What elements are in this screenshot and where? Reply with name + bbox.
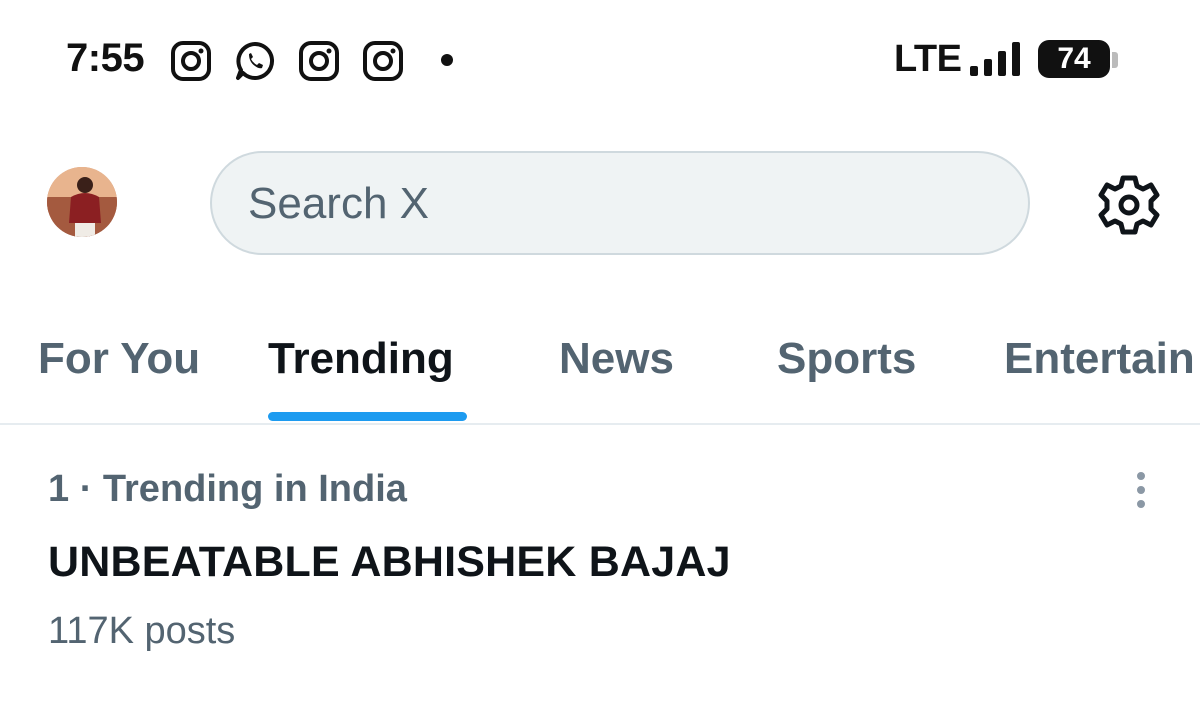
active-tab-indicator <box>268 412 467 421</box>
trend-item[interactable]: 1 · Trending in India UNBEATABLE ABHISHE… <box>0 426 1200 718</box>
status-bar: 7:55 LTE 74 <box>0 0 1200 120</box>
instagram-icon <box>363 41 403 81</box>
tab-trending[interactable]: Trending <box>268 334 454 384</box>
instagram-icon <box>171 41 211 81</box>
more-notifications-dot <box>441 54 453 66</box>
search-input[interactable]: Search X <box>210 151 1030 255</box>
trend-post-count: 117K posts <box>48 610 236 652</box>
tab-news[interactable]: News <box>559 334 674 384</box>
status-time: 7:55 <box>66 36 145 80</box>
tab-for-you[interactable]: For You <box>38 334 200 384</box>
explore-tabs: For You Trending News Sports Entertain <box>0 320 1200 424</box>
trend-meta: 1 · Trending in India <box>48 468 407 510</box>
tabs-divider <box>0 423 1200 425</box>
battery-icon: 74 <box>1038 40 1110 78</box>
battery-level: 74 <box>1057 42 1091 75</box>
whatsapp-icon <box>236 41 275 80</box>
trend-title: UNBEATABLE ABHISHEK BAJAJ <box>48 538 731 586</box>
instagram-icon <box>299 41 339 81</box>
signal-icon <box>970 42 1020 76</box>
battery-tip <box>1112 52 1118 68</box>
avatar[interactable] <box>47 167 117 237</box>
tab-entertainment[interactable]: Entertain <box>1004 334 1195 384</box>
search-placeholder: Search X <box>248 179 429 228</box>
tab-sports[interactable]: Sports <box>777 334 916 384</box>
gear-icon[interactable] <box>1096 172 1162 238</box>
more-options-icon[interactable] <box>1124 470 1158 510</box>
avatar-photo <box>47 167 117 237</box>
network-type: LTE <box>894 38 962 80</box>
